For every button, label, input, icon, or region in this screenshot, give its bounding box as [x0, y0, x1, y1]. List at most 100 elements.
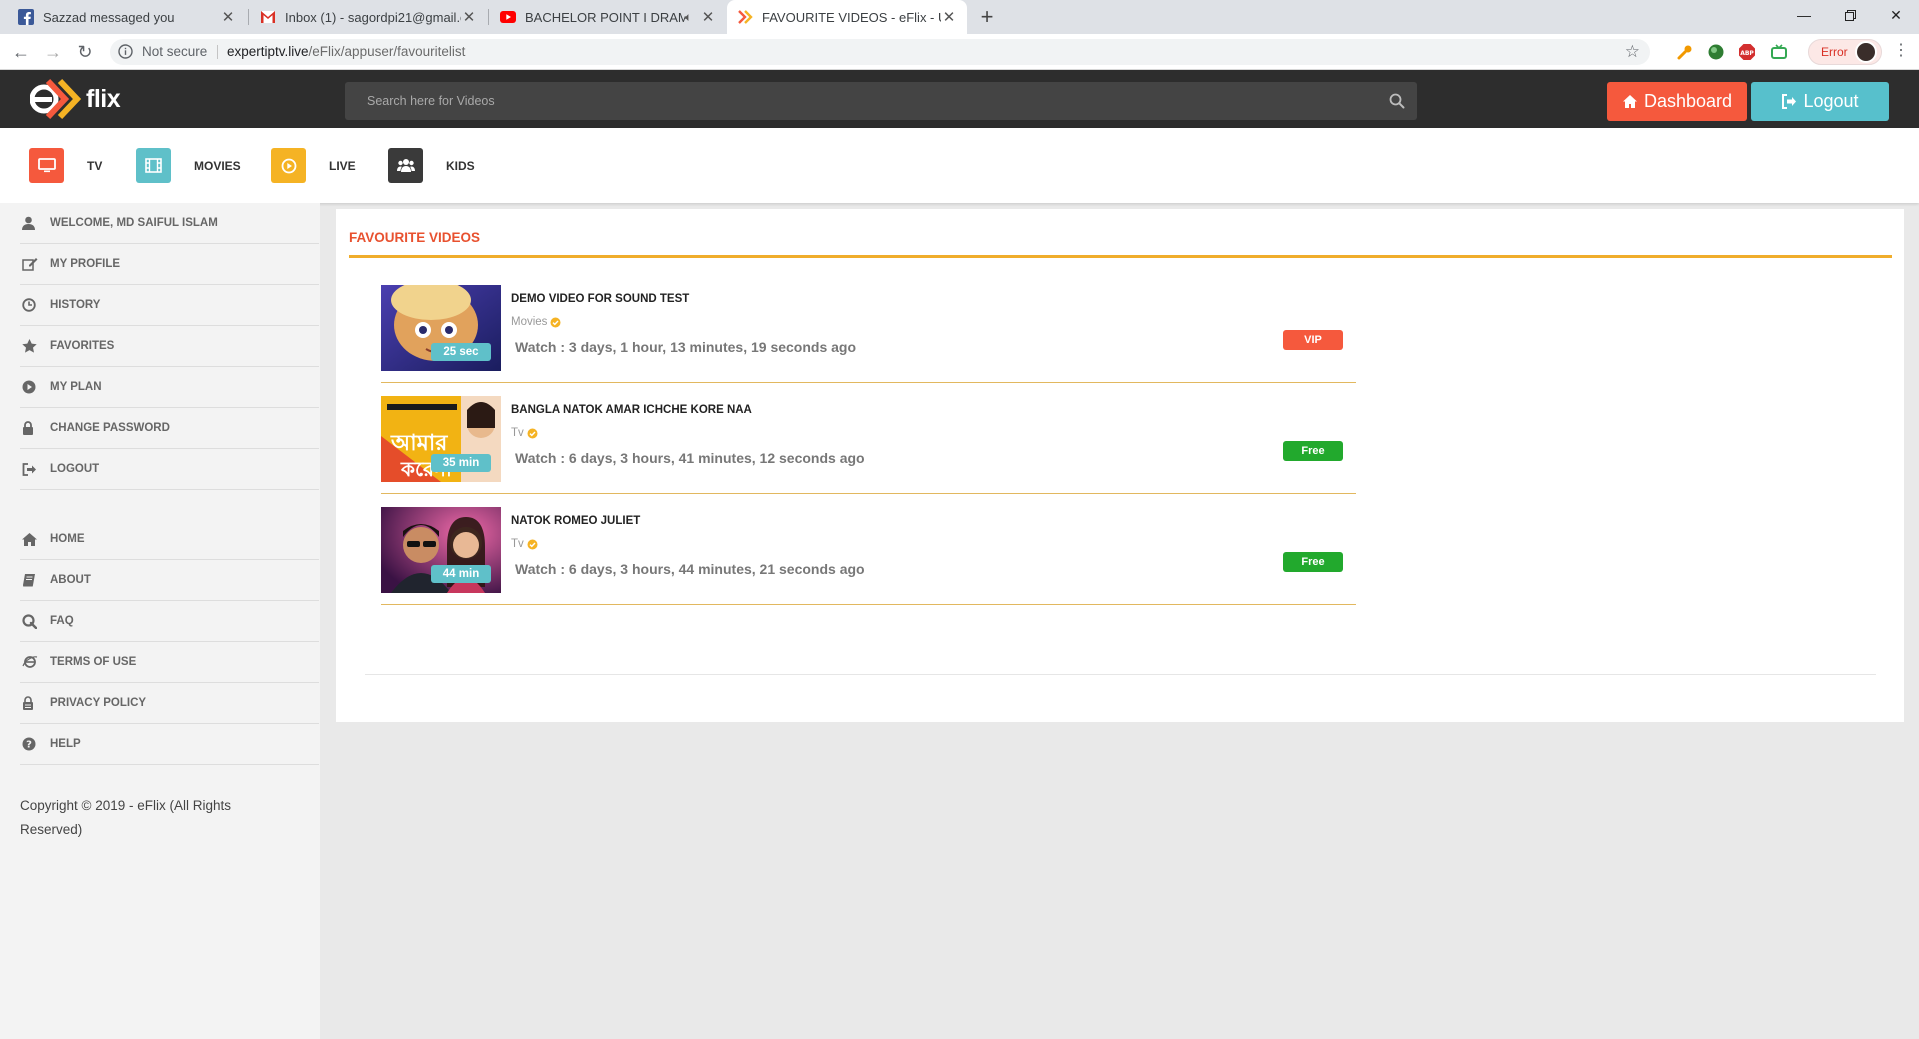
sidebar-item-home[interactable]: HOME: [20, 519, 319, 560]
browser-tab-eflix-active[interactable]: FAVOURITE VIDEOS - eFlix - Unlimited ✕: [727, 0, 967, 34]
sidebar-item-my-plan[interactable]: MY PLAN: [20, 367, 319, 408]
video-thumbnail[interactable]: আমার করেনা 35 min: [381, 396, 501, 482]
browser-tab-bar: Sazzad messaged you ✕ Inbox (1) - sagord…: [0, 0, 1919, 34]
gmail-icon: [260, 10, 276, 24]
video-search-box: [345, 82, 1417, 120]
dashboard-button[interactable]: Dashboard: [1607, 82, 1747, 121]
new-tab-plus-icon[interactable]: +: [976, 6, 998, 29]
omnibox[interactable]: Not secure expertiptv.live/eFlix/appuser…: [110, 39, 1650, 65]
sidebar-item-logout[interactable]: LOGOUT: [20, 449, 319, 490]
sidebar-item-label: WELCOME, MD SAIFUL ISLAM: [50, 217, 218, 229]
tab-title: FAVOURITE VIDEOS - eFlix - Unlimited: [762, 9, 941, 25]
sidebar-item-my-profile[interactable]: MY PROFILE: [20, 244, 319, 285]
sidebar-item-label: HOME: [50, 533, 85, 545]
extension-globe-icon[interactable]: [1707, 43, 1725, 61]
sidebar-item-help[interactable]: ? HELP: [20, 724, 319, 765]
sidebar-item-terms[interactable]: TERMS OF USE: [20, 642, 319, 683]
sidebar-item-label: CHANGE PASSWORD: [50, 422, 170, 434]
faq-icon: [20, 613, 50, 629]
tab-title: Inbox (1) - sagordpi21@gmail.com: [285, 9, 461, 25]
category-text: Tv: [511, 427, 524, 439]
verified-check-icon: [527, 539, 538, 550]
favourite-video-row[interactable]: আমার করেনা 35 min BANGLA NATOK AMAR ICHC…: [381, 383, 1356, 494]
extension-tv-icon[interactable]: [1770, 43, 1788, 61]
sidebar-item-label: FAQ: [50, 615, 74, 627]
not-secure-label: Not secure: [142, 44, 208, 59]
bookmark-star-icon[interactable]: ☆: [1625, 42, 1640, 62]
category-kids[interactable]: KIDS: [388, 148, 475, 183]
speaker-mute-icon[interactable]: 🔈︎: [685, 10, 692, 25]
category-label: MOVIES: [194, 158, 241, 173]
profile-avatar[interactable]: [1855, 41, 1877, 63]
user-icon: [20, 216, 50, 230]
sign-out-icon: [1781, 94, 1797, 109]
tab-title: Sazzad messaged you: [43, 9, 175, 25]
category-live[interactable]: LIVE: [271, 148, 356, 183]
sidebar-item-welcome[interactable]: WELCOME, MD SAIFUL ISLAM: [20, 203, 319, 244]
category-text: Tv: [511, 538, 524, 550]
browser-address-bar: ← → ↻ Not secure expertiptv.live/eFlix/a…: [0, 34, 1919, 70]
close-tab-icon[interactable]: ✕: [700, 9, 716, 26]
category-bar: TV MOVIES LIVE KIDS: [0, 128, 1919, 203]
close-tab-icon[interactable]: ✕: [461, 9, 477, 26]
header-logout-button[interactable]: Logout: [1751, 82, 1889, 121]
eflix-logo-mark-icon: [30, 78, 82, 120]
url-text[interactable]: expertiptv.live/eFlix/appuser/favouritel…: [227, 44, 465, 59]
sidebar-item-label: FAVORITES: [50, 340, 115, 352]
eflix-logo[interactable]: flix: [30, 78, 121, 120]
sidebar-item-history[interactable]: HISTORY: [20, 285, 319, 326]
info-circle-icon[interactable]: [118, 44, 133, 59]
category-label: TV: [87, 158, 103, 173]
sidebar-item-faq[interactable]: FAQ: [20, 601, 319, 642]
browser-tab-youtube[interactable]: BACHELOR POINT I DRAMA 🔈︎ ✕: [490, 0, 726, 34]
adblock-icon[interactable]: ABP: [1738, 43, 1756, 61]
back-arrow-icon[interactable]: ←: [10, 41, 32, 63]
users-icon: [388, 148, 423, 183]
reload-icon[interactable]: ↻: [74, 41, 96, 63]
close-tab-icon[interactable]: ✕: [220, 9, 236, 26]
video-title[interactable]: NATOK ROMEO JULIET: [511, 515, 640, 527]
play-circle-icon: [20, 380, 50, 394]
favourite-video-row[interactable]: 25 sec DEMO VIDEO FOR SOUND TEST Movies …: [381, 272, 1356, 383]
favourite-video-row[interactable]: 44 min NATOK ROMEO JULIET Tv Watch : 6 d…: [381, 494, 1356, 605]
sidebar-item-change-password[interactable]: CHANGE PASSWORD: [20, 408, 319, 449]
star-icon: [20, 339, 50, 353]
category-tv[interactable]: TV: [29, 148, 102, 183]
video-title[interactable]: DEMO VIDEO FOR SOUND TEST: [511, 293, 689, 305]
browser-menu-kebab-icon[interactable]: ⋮: [1893, 42, 1909, 60]
search-icon[interactable]: [1389, 93, 1405, 109]
video-title[interactable]: BANGLA NATOK AMAR ICHCHE KORE NAA: [511, 404, 752, 416]
search-input[interactable]: [345, 82, 1417, 120]
duration-badge: 35 min: [431, 454, 491, 472]
ie-icon: [20, 655, 50, 669]
close-window-icon[interactable]: ✕: [1873, 0, 1919, 30]
url-host: expertiptv.live: [227, 44, 309, 59]
logout-label: Logout: [1803, 91, 1859, 111]
restore-window-icon[interactable]: [1827, 0, 1873, 30]
forward-arrow-icon[interactable]: →: [42, 41, 64, 63]
url-path: /eFlix/appuser/favouritelist: [308, 44, 466, 59]
sidebar-item-about[interactable]: ABOUT: [20, 560, 319, 601]
sidebar-item-privacy-policy[interactable]: PRIVACY POLICY: [20, 683, 319, 724]
close-tab-icon[interactable]: ✕: [941, 9, 957, 26]
sidebar-item-label: PRIVACY POLICY: [50, 697, 147, 709]
sidebar-item-favorites[interactable]: FAVORITES: [20, 326, 319, 367]
sign-out-icon: [20, 462, 50, 476]
privacy-icon: [20, 696, 50, 710]
film-icon: [136, 148, 171, 183]
category-movies[interactable]: MOVIES: [136, 148, 241, 183]
svg-text:আমার: আমার: [390, 431, 448, 456]
extension-wrench-icon[interactable]: [1676, 43, 1694, 61]
tab-separator: [248, 9, 249, 25]
dashboard-label: Dashboard: [1643, 91, 1733, 111]
video-thumbnail[interactable]: 25 sec: [381, 285, 501, 371]
video-thumbnail[interactable]: 44 min: [381, 507, 501, 593]
video-category: Tv: [511, 427, 538, 439]
browser-tab-facebook[interactable]: Sazzad messaged you ✕: [8, 0, 246, 34]
duration-badge: 25 sec: [431, 343, 491, 361]
minimize-window-icon[interactable]: —: [1781, 0, 1827, 30]
sidebar-item-label: HELP: [50, 738, 81, 750]
free-badge: Free: [1283, 441, 1343, 461]
error-label: Error: [1821, 45, 1848, 59]
browser-tab-gmail[interactable]: Inbox (1) - sagordpi21@gmail.com ✕: [250, 0, 487, 34]
